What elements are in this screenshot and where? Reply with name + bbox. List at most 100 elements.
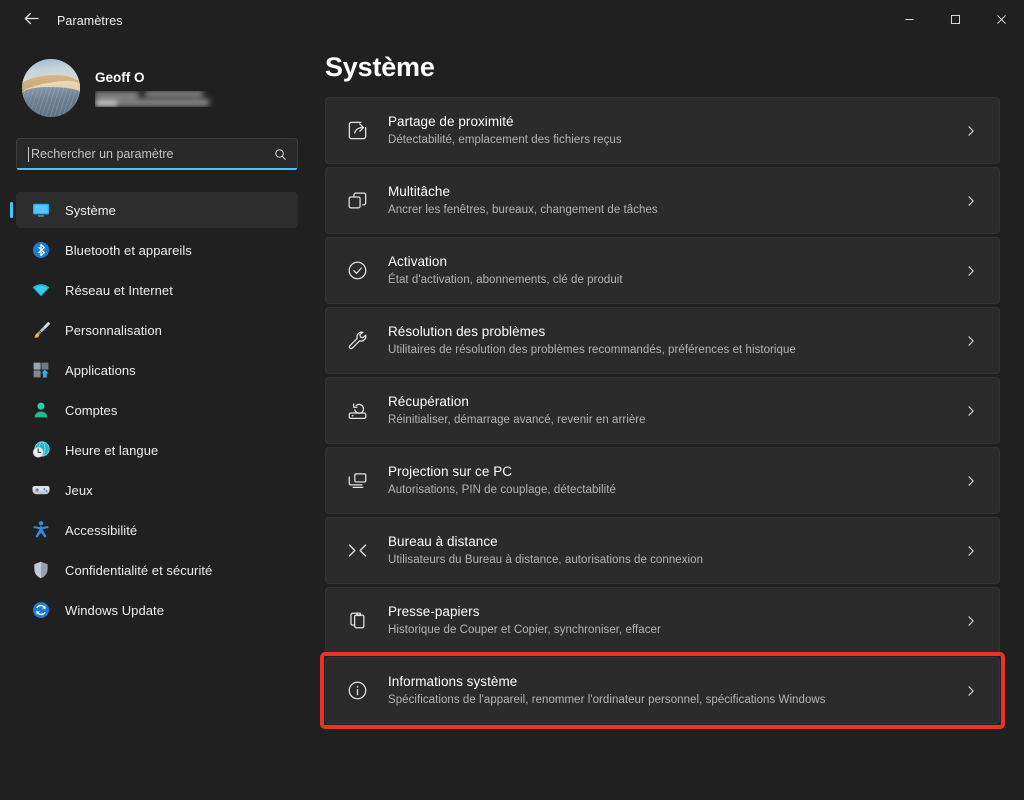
gamepad-icon <box>30 480 52 500</box>
settings-card-list: Partage de proximité Détectabilité, empl… <box>320 97 1005 729</box>
wifi-icon <box>30 280 52 300</box>
card-subtitle: Autorisations, PIN de couplage, détectab… <box>388 484 616 496</box>
back-button[interactable] <box>13 5 49 37</box>
minimize-icon <box>904 12 915 30</box>
chevron-right-icon <box>961 265 981 277</box>
sidebar-item-label: Comptes <box>65 402 118 418</box>
card-text: Partage de proximité Détectabilité, empl… <box>388 113 961 148</box>
sidebar-item-label: Réseau et Internet <box>65 282 173 298</box>
card-subtitle: État d'activation, abonnements, clé de p… <box>388 274 623 286</box>
chevron-right-icon <box>961 405 981 417</box>
close-icon <box>996 12 1007 30</box>
sidebar-item-confidentialite[interactable]: Confidentialité et sécurité <box>16 552 298 588</box>
sidebar-item-label: Système <box>65 202 116 218</box>
card-subtitle: Spécifications de l'appareil, renommer l… <box>388 694 826 706</box>
avatar <box>22 59 80 117</box>
chevron-right-icon <box>961 125 981 137</box>
sidebar-item-label: Jeux <box>65 482 93 498</box>
sidebar-item-comptes[interactable]: Comptes <box>16 392 298 428</box>
sidebar-item-label: Accessibilité <box>65 522 138 538</box>
clock-globe-icon <box>30 440 52 460</box>
update-refresh-icon <box>30 600 52 620</box>
window-controls <box>886 0 1024 42</box>
wrench-icon <box>342 326 372 356</box>
settings-card-activation[interactable]: Activation État d'activation, abonnement… <box>325 237 1000 304</box>
sidebar-item-accessibilite[interactable]: Accessibilité <box>16 512 298 548</box>
sidebar-item-bluetooth[interactable]: Bluetooth et appareils <box>16 232 298 268</box>
maximize-icon <box>950 12 961 30</box>
sidebar-item-jeux[interactable]: Jeux <box>16 472 298 508</box>
card-title: Bureau à distance <box>388 534 498 549</box>
settings-card-informations-systeme[interactable]: Informations système Spécifications de l… <box>320 652 1005 729</box>
card-subtitle: Réinitialiser, démarrage avancé, revenir… <box>388 414 646 426</box>
card-title: Informations système <box>388 674 518 689</box>
sidebar-item-label: Confidentialité et sécurité <box>65 562 213 578</box>
search-placeholder: Rechercher un paramètre <box>31 147 174 161</box>
sidebar-item-heure-langue[interactable]: Heure et langue <box>16 432 298 468</box>
chevron-right-icon <box>961 475 981 487</box>
account-block[interactable]: Geoff O <box>0 42 320 120</box>
settings-card-presse-papiers[interactable]: Presse-papiers Historique de Couper et C… <box>325 587 1000 654</box>
search-wrapper: Rechercher un paramètre <box>16 138 298 170</box>
sidebar: Geoff O Rechercher un paramètre Système … <box>0 42 320 800</box>
settings-card-partage-de-proximite[interactable]: Partage de proximité Détectabilité, empl… <box>325 97 1000 164</box>
sidebar-item-windows-update[interactable]: Windows Update <box>16 592 298 628</box>
remote-desktop-icon <box>342 536 372 566</box>
clipboard-icon <box>342 606 372 636</box>
card-text: Presse-papiers Historique de Couper et C… <box>388 603 961 638</box>
minimize-button[interactable] <box>886 0 932 42</box>
sidebar-item-systeme[interactable]: Système <box>16 192 298 228</box>
project-screen-icon <box>342 466 372 496</box>
account-text: Geoff O <box>95 69 223 107</box>
settings-card-multitache[interactable]: Multitâche Ancrer les fenêtres, bureaux,… <box>325 167 1000 234</box>
card-text: Multitâche Ancrer les fenêtres, bureaux,… <box>388 183 961 218</box>
chevron-right-icon <box>961 685 981 697</box>
text-caret <box>28 146 29 162</box>
card-title: Projection sur ce PC <box>388 464 513 479</box>
maximize-button[interactable] <box>932 0 978 42</box>
back-arrow-icon <box>23 10 40 32</box>
close-button[interactable] <box>978 0 1024 42</box>
sidebar-item-personnalisation[interactable]: Personnalisation <box>16 312 298 348</box>
card-title: Presse-papiers <box>388 604 480 619</box>
card-title: Activation <box>388 254 448 269</box>
share-icon <box>342 116 372 146</box>
card-title: Partage de proximité <box>388 114 514 129</box>
account-email-redacted <box>95 91 223 107</box>
sidebar-item-label: Bluetooth et appareils <box>65 242 192 258</box>
card-text: Projection sur ce PC Autorisations, PIN … <box>388 463 961 498</box>
settings-card-recuperation[interactable]: Récupération Réinitialiser, démarrage av… <box>325 377 1000 444</box>
chevron-right-icon <box>961 545 981 557</box>
info-circle-icon <box>342 676 372 706</box>
chevron-right-icon <box>961 615 981 627</box>
card-subtitle: Détectabilité, emplacement des fichiers … <box>388 134 622 146</box>
search-icon[interactable] <box>274 148 287 161</box>
sidebar-item-applications[interactable]: Applications <box>16 352 298 388</box>
card-text: Bureau à distance Utilisateurs du Bureau… <box>388 533 961 568</box>
page-title: Système <box>325 52 435 82</box>
search-input[interactable]: Rechercher un paramètre <box>16 138 298 170</box>
recovery-icon <box>342 396 372 426</box>
card-title: Multitâche <box>388 184 451 199</box>
card-title: Résolution des problèmes <box>388 324 546 339</box>
card-subtitle: Utilisateurs du Bureau à distance, autor… <box>388 554 704 566</box>
accessibility-icon <box>30 520 52 540</box>
sidebar-item-reseau[interactable]: Réseau et Internet <box>16 272 298 308</box>
chevron-right-icon <box>961 335 981 347</box>
settings-card-bureau-a-distance[interactable]: Bureau à distance Utilisateurs du Bureau… <box>325 517 1000 584</box>
apps-grid-icon <box>30 360 52 380</box>
paintbrush-icon <box>30 320 52 340</box>
monitor-icon <box>30 200 52 220</box>
sidebar-item-label: Heure et langue <box>65 442 159 458</box>
windows-stack-icon <box>342 186 372 216</box>
card-subtitle: Historique de Couper et Copier, synchron… <box>388 624 661 636</box>
sidebar-nav: Système Bluetooth et appareils Réseau et… <box>0 192 320 628</box>
sidebar-item-label: Windows Update <box>65 602 164 618</box>
card-text: Activation État d'activation, abonnement… <box>388 253 961 288</box>
sidebar-item-label: Applications <box>65 362 136 378</box>
settings-card-resolution-des-problemes[interactable]: Résolution des problèmes Utilitaires de … <box>325 307 1000 374</box>
settings-card-projection-sur-ce-pc[interactable]: Projection sur ce PC Autorisations, PIN … <box>325 447 1000 514</box>
account-name: Geoff O <box>95 70 145 85</box>
settings-window: Paramètres Geoff O Rechercher un paramèt… <box>0 0 1024 800</box>
bluetooth-icon <box>30 240 52 260</box>
